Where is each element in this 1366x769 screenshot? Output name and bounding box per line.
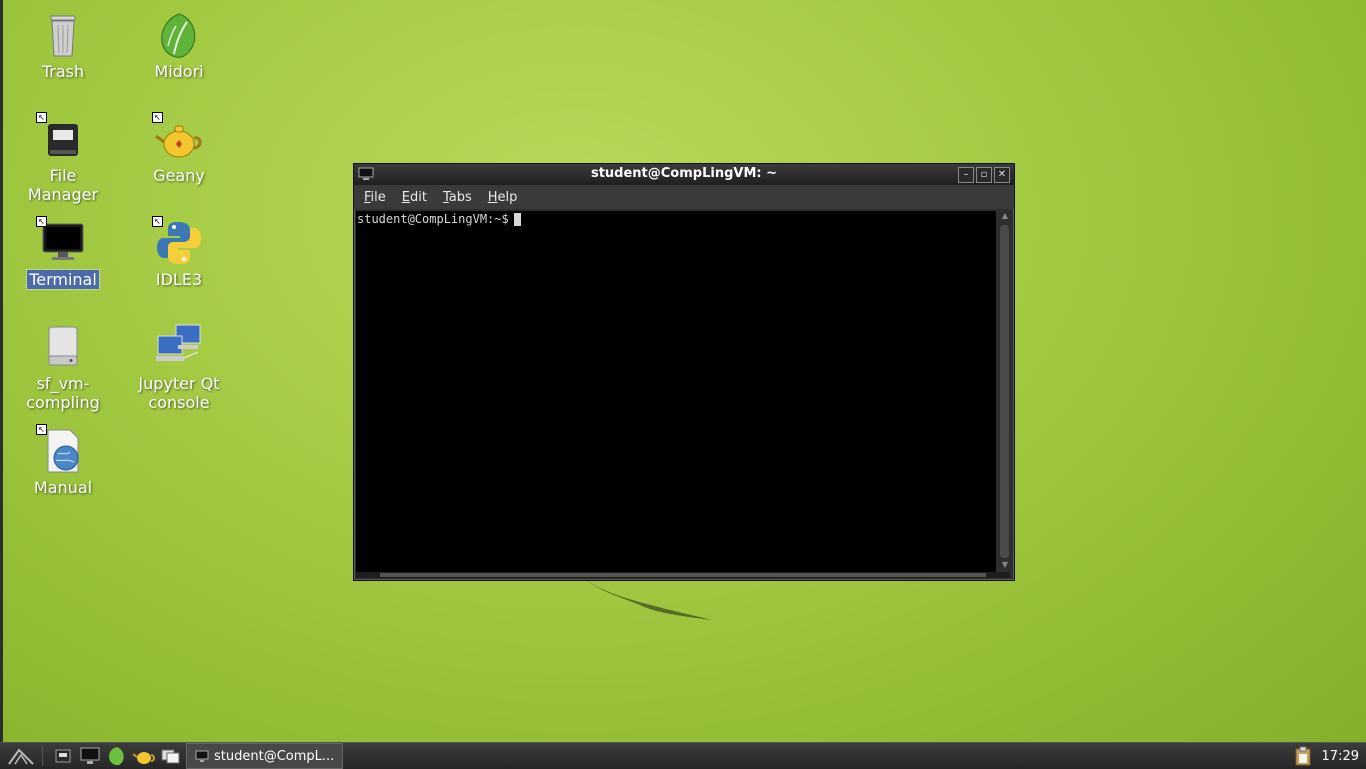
taskbar-window-label: student@CompL...	[214, 748, 335, 764]
launch-file-manager[interactable]	[52, 745, 74, 767]
desktop-icon-midori[interactable]: Midori	[129, 10, 229, 81]
drive-icon	[38, 322, 88, 372]
desktop-icon-label: Trash	[41, 62, 85, 81]
geany-teapot-icon	[133, 752, 155, 764]
terminal-icon	[195, 750, 209, 762]
menu-bar: File Edit Tabs Help	[354, 185, 1014, 209]
desktop-icon-label: IDLE3	[155, 270, 203, 289]
desktop-icon-sf-vm-compling[interactable]: sf_vm-compling	[13, 322, 113, 412]
clipboard-icon	[1295, 746, 1311, 766]
file-manager-icon: ↖	[36, 112, 88, 164]
midori-leaf-icon	[154, 10, 204, 60]
terminal-output[interactable]: student@CompLingVM:~$	[356, 211, 996, 573]
window-bottom-border	[356, 572, 1010, 578]
system-tray: 17:29	[1287, 743, 1366, 769]
menu-tabs[interactable]: Tabs	[443, 190, 472, 205]
desktop-icon-jupyter-qt-console[interactable]: Jupyter Qt console	[129, 322, 229, 412]
windows-icon	[161, 749, 180, 764]
network-computers-icon	[154, 322, 204, 372]
close-icon: ✕	[997, 169, 1007, 180]
scrollbar-thumb[interactable]	[1000, 225, 1009, 558]
desktop-icon-label: File Manager	[27, 166, 99, 204]
taskbar-window-button[interactable]: student@CompL...	[186, 743, 344, 769]
window-titlebar[interactable]: student@CompLingVM: ~ – ▫ ✕	[354, 164, 1014, 185]
shortcut-arrow-icon: ↖	[36, 216, 47, 227]
desktop-icon-file-manager[interactable]: ↖ File Manager	[13, 112, 113, 204]
clock[interactable]: 17:29	[1314, 749, 1366, 764]
shell-prompt: student@CompLingVM:~$	[357, 212, 509, 226]
scroll-down-icon[interactable]: ▼	[998, 560, 1012, 572]
terminal-window[interactable]: student@CompLingVM: ~ – ▫ ✕ File Edit Ta…	[353, 163, 1015, 581]
monitor-icon: ↖	[36, 216, 88, 268]
shortcut-arrow-icon: ↖	[152, 216, 163, 227]
maximize-button[interactable]: ▫	[976, 167, 992, 183]
launch-geany[interactable]	[133, 745, 155, 767]
menu-file[interactable]: File	[364, 190, 386, 205]
launch-midori[interactable]	[106, 745, 128, 767]
desktop-icon-geany[interactable]: ↖ Geany	[129, 112, 229, 185]
window-title: student@CompLingVM: ~	[590, 166, 778, 181]
trash-icon	[38, 10, 88, 60]
minimize-button[interactable]: –	[958, 167, 974, 183]
shortcut-arrow-icon: ↖	[36, 424, 47, 435]
monitor-icon	[80, 747, 100, 764]
resize-bar[interactable]	[380, 573, 986, 577]
python-icon: ↖	[152, 216, 204, 268]
midori-leaf-icon	[109, 747, 124, 766]
scroll-up-icon[interactable]: ▲	[998, 211, 1012, 223]
desktop-icon-label: Manual	[33, 478, 93, 497]
launch-terminal[interactable]	[79, 745, 101, 767]
minimize-icon: –	[963, 169, 969, 180]
vertical-scrollbar[interactable]: ▲ ▼	[998, 211, 1012, 572]
desktop-icon-label: Midori	[154, 62, 204, 81]
menu-edit[interactable]: Edit	[402, 190, 427, 205]
start-menu-button[interactable]	[6, 745, 36, 767]
taskbar-separator	[42, 746, 43, 766]
geany-teapot-icon: ↖	[152, 112, 204, 164]
file-manager-icon	[55, 749, 71, 763]
desktop-icon-label: sf_vm-compling	[26, 374, 100, 412]
desktop-icon-label: Geany	[153, 166, 205, 185]
clipboard-button[interactable]	[1292, 745, 1314, 767]
shortcut-arrow-icon: ↖	[36, 112, 47, 123]
text-cursor	[513, 213, 521, 226]
maximize-icon: ▫	[980, 169, 988, 180]
desktop-icon-terminal[interactable]: ↖ Terminal	[13, 216, 113, 290]
menu-help[interactable]: Help	[488, 190, 518, 205]
desktop-icon-label: Jupyter Qt console	[138, 374, 220, 412]
show-desktop-button[interactable]	[160, 745, 182, 767]
screen-left-edge	[0, 0, 3, 742]
close-button[interactable]: ✕	[994, 167, 1010, 183]
web-document-icon: ↖	[36, 424, 88, 476]
desktop-icon-label: Terminal	[26, 269, 100, 290]
desktop-icon-manual[interactable]: ↖ Manual	[13, 424, 113, 497]
desktop-icon-idle3[interactable]: ↖ IDLE3	[129, 216, 229, 289]
wallpaper-leaf-shadow	[584, 579, 712, 620]
lxde-logo-icon	[8, 748, 34, 765]
shortcut-arrow-icon: ↖	[152, 112, 163, 123]
desktop-icon-trash[interactable]: Trash	[13, 10, 113, 81]
taskbar: student@CompL... 17:29	[0, 742, 1366, 769]
